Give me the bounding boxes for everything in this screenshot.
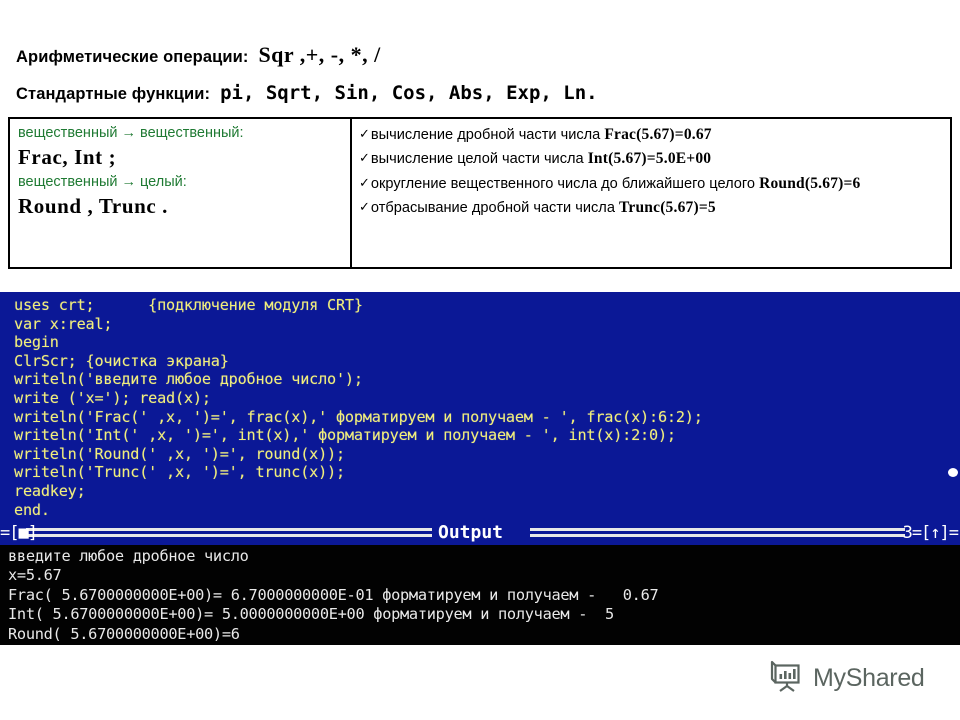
console-content: введите любое дробное число x=5.67 Frac(…	[8, 547, 960, 645]
table-cell-conversions: вещественный → вещественный: Frac, Int ;…	[10, 119, 352, 267]
conversion-real-to-integer-functions: Round , Trunc .	[18, 193, 169, 218]
myshared-watermark: MyShared	[770, 660, 925, 697]
title-bar-rule-right	[530, 528, 905, 537]
program-console-output: введите любое дробное число x=5.67 Frac(…	[0, 545, 960, 645]
code-line: writeln('введите любое дробное число');	[14, 370, 363, 389]
description-code: Int(5.67)=5.0E+00	[587, 150, 712, 168]
title-bar-rule-left	[26, 528, 432, 537]
code-line: writeln('Round(' ,x, ')=', round(x));	[14, 444, 345, 463]
output-line: Trunc( 5.6700000000E+00)=5	[8, 644, 960, 645]
list-item: ✓вычисление дробной части числа Frac(5.6…	[359, 126, 944, 143]
presentation-board-icon	[770, 660, 804, 697]
check-icon: ✓	[359, 151, 370, 167]
output-line: x=5.67	[8, 566, 62, 585]
description-code: Frac(5.67)=0.67	[604, 126, 712, 143]
code-line: uses crt; {подключение модуля CRT}	[14, 296, 363, 314]
zoom-arrow-icon: =[↑]=	[911, 523, 959, 543]
code-line: writeln('Trunc(' ,x, ')=', trunc(x));	[14, 463, 345, 482]
code-line: begin	[14, 333, 59, 352]
list-item: ✓вычисление целой части числа Int(5.67)=…	[359, 150, 944, 167]
window-number-and-zoom-icon[interactable]: 3=[↑]=	[902, 523, 959, 543]
pascal-code-editor[interactable]: uses crt; {подключение модуля CRT} var x…	[0, 292, 960, 521]
description-text: вычисление целой части числа	[370, 151, 588, 168]
standard-functions-label: Стандартные функции:	[16, 85, 211, 103]
output-line: Round( 5.6700000000E+00)=6	[8, 624, 240, 643]
arithmetic-operations-value: Sqr ,+, -, *, /	[258, 42, 381, 67]
output-line: введите любое дробное число	[8, 547, 249, 565]
description-text: вычисление дробной части числа	[370, 127, 605, 143]
code-line: end.	[14, 500, 50, 519]
code-line: readkey;	[14, 481, 86, 500]
description-text: отбрасывание дробной части числа	[370, 200, 619, 217]
functions-info-table: вещественный → вещественный: Frac, Int ;…	[8, 117, 952, 269]
conversion-real-to-real-functions: Frac, Int ;	[18, 144, 117, 169]
output-line: Frac( 5.6700000000E+00)= 6.7000000000E-0…	[8, 585, 659, 604]
code-line: write ('x='); read(x);	[14, 388, 211, 407]
code-line: writeln('Frac(' ,x, ')=', frac(x),' форм…	[14, 407, 703, 426]
description-code: Trunc(5.67)=5	[619, 199, 716, 217]
conversion-real-to-integer-label: вещественный → целый:	[18, 173, 187, 190]
description-text: округление вещественного числа до ближай…	[370, 175, 760, 192]
code-line: writeln('Int(' ,x, ')=', int(x),' формат…	[14, 426, 676, 445]
check-icon: ✓	[359, 200, 370, 216]
code-line: var x:real;	[14, 314, 113, 333]
mouse-cursor-dot	[948, 468, 958, 477]
standard-functions-value: pi, Sqrt, Sin, Cos, Abs, Exp, Ln.	[220, 82, 598, 104]
arithmetic-operations-line: Арифметические операции: Sqr ,+, -, *, /	[16, 42, 381, 68]
window-number: 3	[902, 523, 913, 543]
table-cell-descriptions: ✓вычисление дробной части числа Frac(5.6…	[352, 119, 950, 267]
check-icon: ✓	[359, 127, 370, 142]
arithmetic-operations-label: Арифметические операции:	[16, 48, 249, 66]
close-box-icon[interactable]: =[■]	[0, 523, 38, 543]
header-block: Арифметические операции: Sqr ,+, -, *, / …	[0, 0, 960, 112]
output-window-title-bar[interactable]: =[■] Output 3=[↑]=	[0, 521, 960, 545]
list-item: ✓округление вещественного числа до ближа…	[359, 175, 944, 192]
standard-functions-line: Стандартные функции: pi, Sqrt, Sin, Cos, …	[16, 82, 598, 104]
output-window-title: Output	[438, 522, 504, 543]
watermark-label: MyShared	[813, 664, 925, 692]
description-code: Round(5.67)=6	[759, 174, 861, 192]
output-line: Int( 5.6700000000E+00)= 5.0000000000E+00…	[8, 605, 614, 624]
check-icon: ✓	[359, 175, 370, 191]
code-line: ClrScr; {очистка экрана}	[14, 351, 229, 370]
code-editor-content: uses crt; {подключение модуля CRT} var x…	[14, 296, 960, 519]
conversion-real-to-real-label: вещественный → вещественный:	[18, 125, 244, 141]
list-item: ✓отбрасывание дробной части числа Trunc(…	[359, 199, 944, 216]
